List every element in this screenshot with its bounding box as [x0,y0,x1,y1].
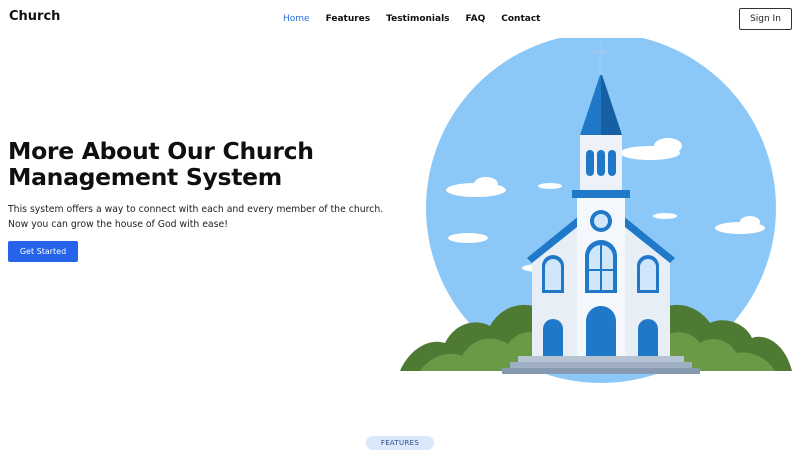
hero-title: More About Our Church Management System [8,137,314,191]
hero-description: This system offers a way to connect with… [8,204,384,230]
nav-item-contact[interactable]: Contact [501,14,540,24]
nav-item-features[interactable]: Features [326,14,371,24]
nav-item-faq[interactable]: FAQ [466,14,486,24]
church-illustration [400,38,792,383]
nav-links: Home Features Testimonials FAQ Contact [283,14,556,24]
navbar: Church Home Features Testimonials FAQ Co… [0,0,800,40]
nav-item-testimonials[interactable]: Testimonials [386,14,449,24]
get-started-button[interactable]: Get Started [8,241,78,262]
features-badge: FEATURES [366,436,434,450]
church-steps [502,356,700,374]
brand-logo[interactable]: Church [9,9,60,24]
nav-item-home[interactable]: Home [283,14,310,24]
sign-in-button[interactable]: Sign In [739,8,792,30]
